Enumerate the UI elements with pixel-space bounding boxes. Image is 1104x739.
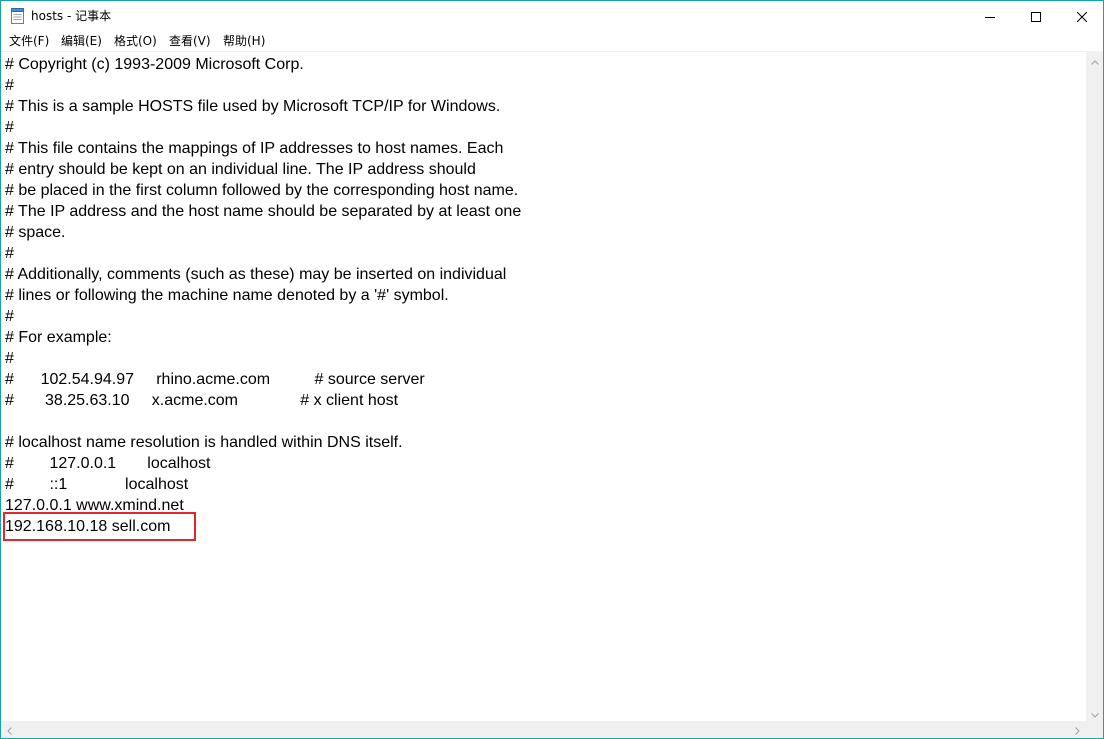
text-line: # lines or following the machine name de…: [5, 287, 449, 304]
chevron-right-icon: [1075, 720, 1080, 739]
text-line: # Copyright (c) 1993-2009 Microsoft Corp…: [5, 56, 304, 73]
chevron-left-icon: [7, 720, 12, 739]
minimize-button[interactable]: [967, 1, 1013, 32]
text-line: # space.: [5, 224, 66, 241]
chevron-down-icon: [1090, 703, 1099, 722]
scrollbar-corner: [1086, 721, 1103, 738]
title-bar[interactable]: hosts - 记事本: [1, 1, 1103, 32]
text-line: # 102.54.94.97 rhino.acme.com # source s…: [5, 371, 425, 388]
text-line: # The IP address and the host name shoul…: [5, 203, 522, 220]
menu-bar: 文件(F) 编辑(E) 格式(O) 查看(V) 帮助(H): [1, 32, 1103, 51]
text-line: # entry should be kept on an individual …: [5, 161, 476, 178]
text-editor[interactable]: # Copyright (c) 1993-2009 Microsoft Corp…: [1, 51, 1086, 722]
notepad-window: hosts - 记事本 文件(F) 编辑(E) 格式(O) 查看(V) 帮助(H…: [0, 0, 1104, 739]
menu-help[interactable]: 帮助(H): [223, 33, 265, 50]
text-line: #: [5, 77, 14, 94]
text-line: #: [5, 308, 14, 325]
text-line: # This file contains the mappings of IP …: [5, 140, 504, 157]
scroll-up-button[interactable]: [1086, 51, 1103, 68]
text-line: # Additionally, comments (such as these)…: [5, 266, 507, 283]
menu-format[interactable]: 格式(O): [114, 33, 157, 50]
text-line: # localhost name resolution is handled w…: [5, 434, 403, 451]
scroll-down-button[interactable]: [1086, 704, 1103, 721]
minimize-icon: [985, 7, 995, 26]
text-line: #: [5, 245, 14, 262]
scroll-left-button[interactable]: [1, 721, 18, 738]
highlight-annotation-box: [3, 512, 196, 541]
text-line: # 38.25.63.10 x.acme.com # x client host: [5, 392, 399, 409]
menu-file[interactable]: 文件(F): [9, 33, 49, 50]
text-line: # 127.0.0.1 localhost: [5, 455, 211, 472]
chevron-up-icon: [1090, 50, 1099, 69]
window-title: hosts - 记事本: [31, 9, 112, 23]
menu-edit[interactable]: 编辑(E): [61, 33, 102, 50]
text-line: # be placed in the first column followed…: [5, 182, 519, 199]
vertical-scrollbar[interactable]: [1086, 51, 1103, 721]
text-line: # ::1 localhost: [5, 476, 189, 493]
text-line: [5, 411, 521, 432]
scroll-right-button[interactable]: [1069, 721, 1086, 738]
menu-view[interactable]: 查看(V): [169, 33, 211, 50]
close-button[interactable]: [1059, 1, 1104, 32]
close-icon: [1076, 7, 1088, 26]
notepad-icon[interactable]: [11, 8, 24, 24]
text-line: #: [5, 350, 14, 367]
maximize-button[interactable]: [1013, 1, 1059, 32]
text-line: #: [5, 119, 14, 136]
document-text[interactable]: # Copyright (c) 1993-2009 Microsoft Corp…: [5, 54, 521, 537]
text-line: # This is a sample HOSTS file used by Mi…: [5, 98, 501, 115]
text-line: # For example:: [5, 329, 112, 346]
maximize-icon: [1031, 7, 1041, 26]
horizontal-scrollbar[interactable]: [1, 721, 1086, 738]
